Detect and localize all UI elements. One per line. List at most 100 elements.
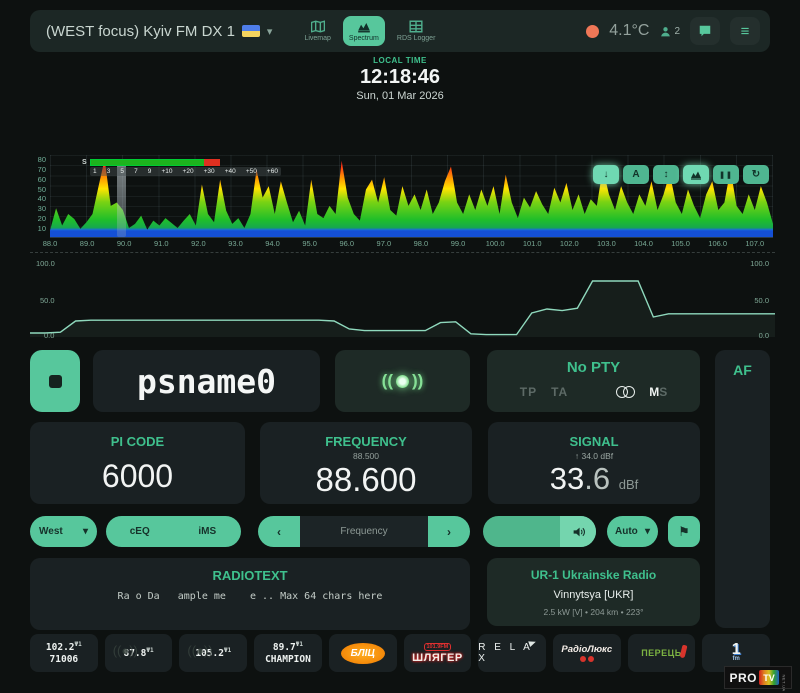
y-axis-label: 60 — [37, 174, 46, 184]
frequency-input[interactable]: Frequency — [300, 516, 428, 547]
preset-freq: 89.7 — [272, 642, 296, 654]
tp-flag: TP — [519, 385, 538, 399]
y-axis-label: 10 — [37, 223, 46, 233]
preset-station-button[interactable]: ((●)) 105.2Ψ1 — [179, 634, 248, 672]
nav-livemap[interactable]: Livemap — [298, 16, 336, 46]
nav-rds-logger-label: RDS Logger — [396, 35, 436, 42]
station-location: Vinnytsya [UKR] — [553, 589, 634, 601]
pause-icon: ❚❚ — [719, 171, 733, 179]
volume-track[interactable] — [483, 516, 560, 547]
antenna-indicator: Ψ1 — [74, 640, 82, 648]
s-meter-tick: +60 — [266, 168, 278, 175]
snap-down-button[interactable]: ↓ — [593, 165, 619, 184]
signal-history-svg — [30, 257, 775, 337]
flag-button[interactable]: ⚑ — [668, 516, 700, 547]
blitz-fm-logo: БЛІЦ — [340, 642, 385, 664]
record-stop-button[interactable] — [30, 350, 80, 412]
listener-count: 2 — [659, 25, 680, 38]
pepper-icon — [679, 644, 688, 659]
tune-up-button[interactable]: › — [428, 516, 470, 547]
antenna-indicator: Ψ1 — [295, 640, 304, 648]
header-nav: Livemap Spectrum RDS Logger — [298, 16, 441, 46]
x-axis-label: 103.0 — [597, 239, 616, 248]
nav-rds-logger[interactable]: RDS Logger — [391, 16, 442, 46]
preset-row: 102.2Ψ1 71006 ((●)) 87.8Ψ1 ((●)) 105.2Ψ1… — [30, 634, 771, 672]
shlyager-logo: ШЛЯГЕР — [412, 651, 463, 664]
pi-code-label: PI CODE — [110, 434, 165, 449]
stop-square-icon — [48, 374, 62, 388]
antenna-value: West — [39, 526, 63, 537]
preset-station-button[interactable]: ((●)) 87.8Ψ1 — [104, 634, 173, 672]
ims-toggle[interactable]: iMS — [174, 526, 242, 537]
tune-down-button[interactable]: ‹ — [258, 516, 300, 547]
nav-livemap-label: Livemap — [304, 35, 331, 42]
preset-station-button[interactable]: R E L A X — [478, 634, 546, 672]
preset-station-button[interactable]: 102.2Ψ1 71006 — [30, 634, 98, 672]
broadcast-waves-icon: (( — [381, 371, 393, 390]
pro-tv-screen-icon: TV — [759, 670, 779, 685]
volume-slider[interactable] — [483, 516, 596, 547]
x-axis-label: 107.0 — [745, 239, 765, 248]
spectrum-toolbar: ↓ A ↕ ❚❚ ↻ — [593, 165, 769, 184]
s-meter-tick: 9 — [147, 168, 152, 175]
local-time-value: 12:18:46 — [359, 66, 441, 88]
x-axis-label: 96.0 — [339, 239, 355, 248]
history-y-label: 50.0 — [754, 296, 769, 305]
spectrum-y-axis: 80 70 60 50 40 30 20 10 — [30, 155, 46, 233]
nav-spectrum[interactable]: Spectrum — [342, 16, 385, 46]
header-right: 4.1°C 2 ≡ — [586, 17, 760, 45]
refresh-button[interactable]: ↻ — [743, 165, 769, 184]
s-meter-tick: 5 — [120, 168, 124, 175]
x-axis-label: 93.0 — [228, 239, 243, 248]
spectrum-plot[interactable]: S 1 3 5 7 9 +10 +20 +30 +40 +50 +60 ↓ A ↕ ❚❚ ↻ — [50, 155, 773, 238]
server-selector[interactable]: (WEST focus) Kyiv FM DX 1 ▾ — [46, 23, 272, 40]
vertical-scale-button[interactable]: ↕ — [653, 165, 679, 184]
frequency-secondary: 88.500 — [353, 451, 379, 461]
stereo-indicator-card[interactable]: (( )) — [335, 350, 470, 412]
frequency-tuner: ‹ Frequency › — [258, 516, 470, 547]
x-axis-label: 99.0 — [450, 239, 466, 248]
flag-icon: ⚑ — [678, 523, 690, 539]
spectrum-chart-icon — [358, 23, 370, 33]
temperature-dot-icon — [586, 24, 600, 38]
antenna-select[interactable]: West ▾ — [30, 516, 97, 547]
volume-speaker-section[interactable] — [560, 516, 596, 547]
letter-a-icon: A — [632, 169, 640, 180]
ceq-toggle[interactable]: cEQ — [106, 526, 174, 537]
preset-station-button[interactable]: 101.9FM ШЛЯГЕР — [403, 634, 472, 672]
history-y-label: 0.0 — [44, 331, 55, 340]
preset-station-button[interactable]: БЛІЦ — [328, 634, 397, 672]
auto-range-button[interactable]: A — [623, 165, 649, 184]
broadcast-watermark-icon: ((●)) — [187, 643, 213, 658]
preset-station-button[interactable]: 89.7Ψ1 CHAMPION — [254, 634, 322, 672]
y-axis-label: 30 — [37, 204, 46, 214]
x-axis-label: 100.0 — [485, 239, 505, 248]
chat-button[interactable] — [690, 17, 720, 45]
pause-button[interactable]: ❚❚ — [713, 165, 739, 184]
s-meter-label: S — [82, 159, 87, 166]
listener-count-value: 2 — [674, 25, 680, 37]
ps-name-value: psname0 — [136, 361, 277, 401]
chevron-down-icon: ▾ — [644, 526, 650, 537]
chevron-down-icon: ▾ — [82, 526, 88, 537]
history-y-label: 0.0 — [758, 331, 769, 340]
x-axis-label: 95.0 — [302, 239, 317, 248]
lux-fm-logo: РадіоЛюкс — [561, 644, 613, 655]
nav-spectrum-label: Spectrum — [348, 35, 379, 42]
pro-tv-net: NET.UA — [781, 674, 787, 692]
af-list-panel[interactable]: AF — [715, 350, 770, 628]
header-bar: (WEST focus) Kyiv FM DX 1 ▾ Livemap Spec… — [30, 10, 770, 52]
broadcast-watermark-icon: ((●)) — [112, 643, 138, 658]
ta-flag: TA — [551, 385, 569, 399]
pty-value: No PTY — [566, 359, 621, 376]
stereo-dot-icon — [396, 374, 409, 388]
preset-station-button[interactable]: ПЕРЕЦЬ — [627, 634, 696, 672]
signal-unit: dBf — [618, 477, 639, 492]
ps-name-card: psname0 — [93, 350, 320, 412]
graph-style-button[interactable] — [683, 165, 709, 184]
one-fm-sub: fm — [732, 656, 740, 662]
preset-station-button[interactable]: РадіоЛюкс — [552, 634, 621, 672]
menu-button[interactable]: ≡ — [730, 17, 760, 45]
mode-select[interactable]: Auto ▾ — [607, 516, 658, 547]
spectrum-x-axis: 88.0 89.0 90.0 91.0 92.0 93.0 94.0 95.0 96.0 97.0… — [43, 239, 773, 248]
